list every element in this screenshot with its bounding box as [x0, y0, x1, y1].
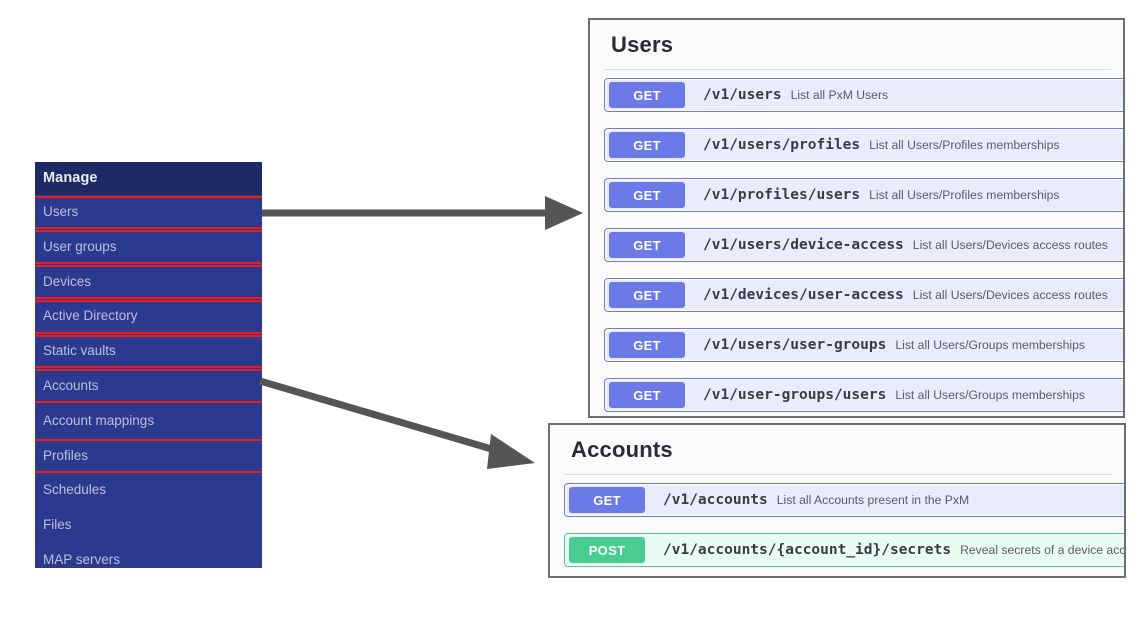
operation-description: Reveal secrets of a device account: [960, 543, 1126, 557]
operation-description: List all Users/Profiles memberships: [869, 188, 1059, 202]
http-verb-badge: GET: [609, 182, 685, 208]
sidebar-item-static-vaults[interactable]: Static vaults: [35, 334, 262, 369]
sidebar-item-user-groups[interactable]: User groups: [35, 230, 262, 265]
users-operation-list: GET/v1/usersList all PxM UsersGET/v1/use…: [590, 70, 1123, 412]
users-arrow: [262, 196, 583, 230]
operation-row[interactable]: GET/v1/users/profiles List all Users/Prof…: [604, 128, 1125, 162]
sidebar-item-files[interactable]: Files: [35, 508, 262, 543]
operation-description: List all Users/Devices access routes: [913, 288, 1108, 302]
http-verb-badge: GET: [609, 132, 685, 158]
http-verb-badge: GET: [609, 382, 685, 408]
operation-path: /v1/users/device-access: [703, 237, 904, 253]
accounts-operation-list: GET/v1/accounts List all Accounts present…: [550, 475, 1124, 567]
operation-path: /v1/users/profiles: [703, 137, 860, 153]
sidebar-item-list: UsersUser groupsDevicesActive DirectoryS…: [35, 195, 262, 578]
accounts-arrow: [260, 381, 535, 469]
accounts-api-panel: Accounts GET/v1/accounts List all Account…: [548, 423, 1126, 578]
sidebar-item-profiles[interactable]: Profiles: [35, 439, 262, 474]
operation-row[interactable]: GET/v1/devices/user-access List all Users…: [604, 278, 1125, 312]
sidebar-item-accounts[interactable]: Accounts: [35, 369, 262, 404]
operation-description: List all Accounts present in the PxM: [777, 493, 969, 507]
operation-description: List all Users/Profiles memberships: [869, 138, 1059, 152]
operation-row[interactable]: GET/v1/users/user-groups List all Users/G…: [604, 328, 1125, 362]
operation-description: List all Users/Devices access routes: [913, 238, 1108, 252]
panel-title-users: Users: [590, 20, 1123, 69]
sidebar-item-map-servers[interactable]: MAP servers: [35, 543, 262, 578]
operation-row[interactable]: GET/v1/users List all PxM Users: [604, 78, 1125, 112]
http-verb-badge: POST: [569, 537, 645, 563]
operation-row[interactable]: GET/v1/users/device-access List all Users…: [604, 228, 1125, 262]
http-verb-badge: GET: [609, 82, 685, 108]
operation-path: /v1/accounts: [663, 492, 768, 508]
sidebar-item-active-directory[interactable]: Active Directory: [35, 299, 262, 334]
http-verb-badge: GET: [609, 232, 685, 258]
operation-path: /v1/users/user-groups: [703, 337, 886, 353]
http-verb-badge: GET: [609, 332, 685, 358]
sidebar-item-devices[interactable]: Devices: [35, 265, 262, 300]
operation-path: /v1/user-groups/users: [703, 387, 886, 403]
operation-row[interactable]: GET/v1/profiles/users List all Users/Prof…: [604, 178, 1125, 212]
operation-description: List all Users/Groups memberships: [895, 388, 1085, 402]
http-verb-badge: GET: [569, 487, 645, 513]
operation-row[interactable]: GET/v1/accounts List all Accounts present…: [564, 483, 1126, 517]
operation-row[interactable]: POST/v1/accounts/{account_id}/secrets Rev…: [564, 533, 1126, 567]
operation-description: List all PxM Users: [791, 88, 889, 102]
sidebar-header: Manage: [35, 162, 262, 195]
sidebar-item-schedules[interactable]: Schedules: [35, 473, 262, 508]
http-verb-badge: GET: [609, 282, 685, 308]
operation-path: /v1/profiles/users: [703, 187, 860, 203]
operation-row[interactable]: GET/v1/user-groups/users List all Users/G…: [604, 378, 1125, 412]
sidebar-item-users[interactable]: Users: [35, 195, 262, 230]
operation-path: /v1/accounts/{account_id}/secrets: [663, 542, 951, 558]
operation-path: /v1/devices/user-access: [703, 287, 904, 303]
manage-sidebar: Manage UsersUser groupsDevicesActive Dir…: [35, 162, 262, 568]
operation-path: /v1/users: [703, 87, 782, 103]
users-api-panel: Users GET/v1/usersList all PxM UsersGET/…: [588, 18, 1125, 418]
operation-description: List all Users/Groups memberships: [895, 338, 1085, 352]
panel-title-accounts: Accounts: [550, 425, 1124, 474]
sidebar-item-account-mappings[interactable]: Account mappings: [35, 404, 262, 439]
